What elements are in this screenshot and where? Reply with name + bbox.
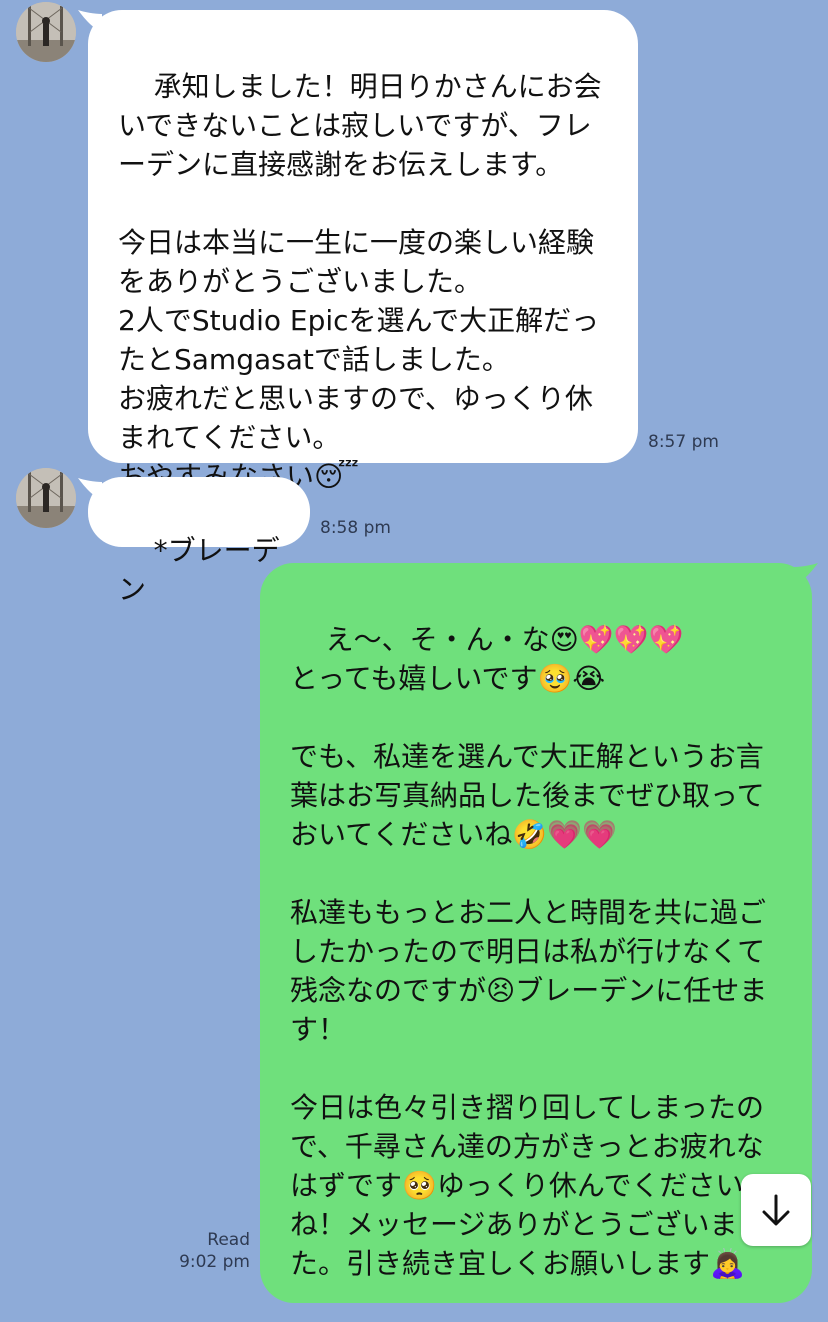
message-time: 8:57 pm bbox=[648, 432, 719, 452]
message-bubble-incoming[interactable]: *ブレーデン bbox=[88, 477, 310, 606]
bridge-photo-icon bbox=[16, 468, 76, 528]
arrow-down-icon bbox=[762, 1194, 790, 1226]
bridge-photo-icon bbox=[16, 2, 76, 62]
message-time: 9:02 pm bbox=[179, 1252, 250, 1272]
avatar[interactable] bbox=[16, 2, 76, 62]
message-text: *ブレーデン bbox=[118, 534, 280, 606]
message-bubble-incoming[interactable]: 承知しました！明日りかさんにお会いできないことは寂しいですが、フレーデンに直接感… bbox=[88, 10, 638, 493]
scroll-to-bottom-button[interactable] bbox=[741, 1174, 811, 1246]
message-text: 承知しました！明日りかさんにお会いできないことは寂しいですが、フレーデンに直接感… bbox=[118, 70, 602, 493]
read-receipt: Read 9:02 pm bbox=[160, 1229, 250, 1273]
message-time: 8:58 pm bbox=[320, 518, 391, 538]
message-bubble-outgoing[interactable]: え〜、そ・ん・な😍💖💖💖 とっても嬉しいです🥹😭 でも、私達を選んで大正解という… bbox=[260, 563, 812, 1303]
read-status: Read bbox=[207, 1230, 250, 1250]
avatar[interactable] bbox=[16, 468, 76, 528]
message-text: え〜、そ・ん・な😍💖💖💖 とっても嬉しいです🥹😭 でも、私達を選んで大正解という… bbox=[290, 623, 768, 1280]
chat-view[interactable]: 承知しました！明日りかさんにお会いできないことは寂しいですが、フレーデンに直接感… bbox=[0, 0, 828, 1303]
